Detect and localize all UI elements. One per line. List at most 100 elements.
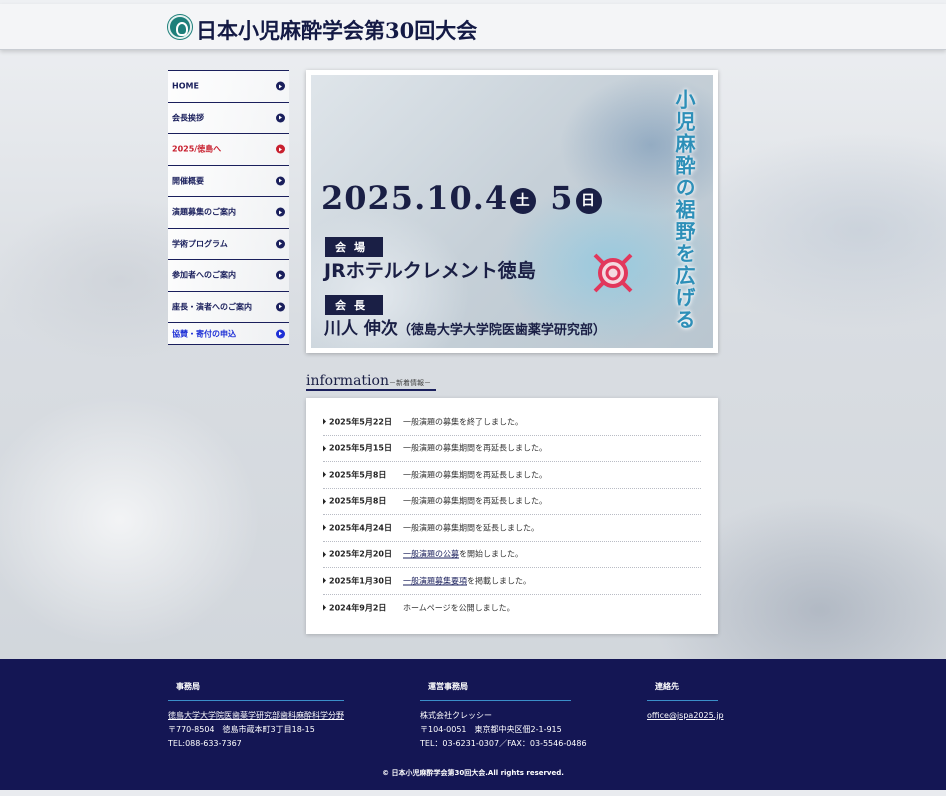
chair-affiliation: （徳島大学大学院医歯薬学研究部） xyxy=(397,323,606,338)
news-text: 一般演題の募集期間を再延長しました。 xyxy=(403,496,547,507)
site-footer: 事務局 徳島大学大学院医歯薬学研究部歯科麻酔科学分野 〒770-8504 徳島市… xyxy=(0,659,946,790)
sidebar-item-speakers[interactable]: 座長・演者へのご案内 xyxy=(168,290,289,322)
news-text: 一般演題の募集期間を再延長しました。 xyxy=(403,469,547,480)
event-date-second: 5 xyxy=(550,179,574,217)
footer-office: 事務局 徳島大学大学院医歯薬学研究部歯科麻酔科学分野 〒770-8504 徳島市… xyxy=(168,679,344,751)
sidebar-item-overview[interactable]: 開催概要 xyxy=(168,164,289,196)
footer-contact: 連絡先 office@jspa2025.jp xyxy=(647,679,724,723)
venue-tag: 会場 xyxy=(325,237,383,257)
news-body: 一般演題の募集期間を再延長しました。 xyxy=(403,443,547,453)
news-body: を開始しました。 xyxy=(459,549,523,559)
footer-contact-email-link[interactable]: office@jspa2025.jp xyxy=(647,709,724,723)
sidebar-item-program[interactable]: 学術プログラム xyxy=(168,227,289,259)
footer-operations-address: 〒104-0051 東京都中央区佃2-1-915 xyxy=(420,725,562,734)
sidebar-item-participants[interactable]: 参加者へのご案内 xyxy=(168,259,289,291)
hero-banner: 2025.10.4 土 5日 会場 JRホテルクレメント徳島 会長 川人 伸次（徳… xyxy=(306,70,718,353)
news-body: 一般演題の募集期間を再延長しました。 xyxy=(403,496,547,506)
list-item: 2025年5月15日 一般演題の募集期間を再延長しました。 xyxy=(323,436,701,462)
news-body: を掲載しました。 xyxy=(467,576,531,586)
arrow-right-icon xyxy=(276,207,285,217)
arrow-right-icon xyxy=(276,176,285,186)
sidebar-item-label: 座長・演者へのご案内 xyxy=(172,302,252,312)
list-item: 2025年1月30日 一般演題募集要項を掲載しました。 xyxy=(323,568,701,595)
target-logo-icon xyxy=(593,253,633,293)
sidebar-item-label: 協賛・寄付の申込 xyxy=(172,329,236,338)
site-header: 日本小児麻酔学会第30回大会 xyxy=(0,4,946,50)
footer-operations-heading: 運営事務局 xyxy=(420,679,571,701)
footer-operations-name: 株式会社クレッシー xyxy=(420,711,492,720)
list-item: 2025年4月24日 一般演題の募集期間を延長しました。 xyxy=(323,515,701,542)
sidebar-item-abstracts[interactable]: 演題募集のご案内 xyxy=(168,196,289,228)
sidebar-item-label: 学術プログラム xyxy=(172,239,228,249)
sidebar-item-label: 演題募集のご案内 xyxy=(172,207,236,217)
arrow-right-icon xyxy=(276,302,285,312)
news-list: 2025年5月22日 一般演題の募集を終了しました。 2025年5月15日 一般… xyxy=(306,398,718,634)
chair-person: 川人 伸次 xyxy=(324,319,398,339)
news-date: 2024年9月2日 xyxy=(323,602,386,613)
footer-office-name-link[interactable]: 徳島大学大学院医歯薬学研究部歯科麻酔科学分野 xyxy=(168,709,344,723)
sidebar-item-label: 参加者へのご案内 xyxy=(172,270,236,280)
sidebar-item-label: HOME xyxy=(172,81,199,91)
sidebar-item-tokushima[interactable]: 2025/徳島へ xyxy=(168,133,289,165)
news-body: 一般演題の募集期間を延長しました。 xyxy=(403,523,539,533)
arrow-right-icon xyxy=(276,239,285,249)
news-link[interactable]: 一般演題募集要項 xyxy=(403,576,467,585)
list-item: 2025年5月22日 一般演題の募集を終了しました。 xyxy=(323,409,701,436)
news-date: 2025年1月30日 xyxy=(323,575,392,586)
sidebar-item-label: 開催概要 xyxy=(172,176,204,186)
news-date: 2025年4月24日 xyxy=(323,522,392,533)
news-body: 一般演題の募集を終了しました。 xyxy=(403,417,523,427)
event-date: 2025.10.4 土 5日 xyxy=(321,179,604,217)
news-text: 一般演題の募集を終了しました。 xyxy=(403,416,523,427)
sidebar-item-label: 会長挨拶 xyxy=(172,113,204,123)
news-text: 一般演題の募集期間を再延長しました。 xyxy=(403,443,547,454)
venue-name: JRホテルクレメント徳島 xyxy=(324,260,536,282)
footer-contact-heading: 連絡先 xyxy=(647,679,718,701)
sidebar-item-sponsorship[interactable]: 協賛・寄付の申込 xyxy=(168,322,289,345)
arrow-right-icon xyxy=(276,329,285,338)
weekday-badge: 日 xyxy=(575,187,602,214)
information-heading: information－新着情報－ xyxy=(306,370,436,391)
news-date: 2025年2月20日 xyxy=(323,549,392,560)
news-body: 一般演題の募集期間を再延長しました。 xyxy=(403,470,547,480)
sidebar-item-greeting[interactable]: 会長挨拶 xyxy=(168,101,289,133)
arrow-right-icon xyxy=(276,270,285,280)
arrow-right-icon xyxy=(276,113,285,123)
sidebar-item-label: 2025/徳島へ xyxy=(172,144,222,154)
news-date: 2025年5月8日 xyxy=(323,496,386,507)
copyright: © 日本小児麻酔学会第30回大会.All rights reserved. xyxy=(382,769,564,777)
list-item: 2024年9月2日 ホームページを公開しました。 xyxy=(323,595,701,622)
news-date: 2025年5月8日 xyxy=(323,469,386,480)
footer-operations-tel: TEL：03-6231-0307／FAX：03-5546-0486 xyxy=(420,739,587,748)
arrow-right-icon xyxy=(276,81,285,91)
bottom-strip xyxy=(0,790,946,796)
banner-image: 2025.10.4 土 5日 会場 JRホテルクレメント徳島 会長 川人 伸次（徳… xyxy=(311,75,713,348)
sidebar-item-home[interactable]: HOME xyxy=(168,70,289,102)
catchphrase: 小児麻酔の裾野を広げる xyxy=(672,89,696,331)
event-date-main: 2025.10.4 xyxy=(321,179,509,217)
footer-office-heading: 事務局 xyxy=(168,679,344,701)
news-body: ホームページを公開しました。 xyxy=(403,603,515,613)
news-date: 2025年5月15日 xyxy=(323,443,392,454)
list-item: 2025年2月20日 一般演題の公募を開始しました。 xyxy=(323,542,701,568)
chair-tag: 会長 xyxy=(325,295,383,315)
society-logo-icon[interactable] xyxy=(168,15,192,39)
chair-name: 川人 伸次（徳島大学大学院医歯薬学研究部） xyxy=(324,314,606,339)
news-text: 一般演題の公募を開始しました。 xyxy=(403,549,523,560)
site-title[interactable]: 日本小児麻酔学会第30回大会 xyxy=(196,15,477,45)
information-title: information xyxy=(306,373,389,389)
news-text: ホームページを公開しました。 xyxy=(403,602,515,613)
list-item: 2025年5月8日 一般演題の募集期間を再延長しました。 xyxy=(323,462,701,489)
arrow-right-icon xyxy=(276,144,285,154)
news-text: 一般演題の募集期間を延長しました。 xyxy=(403,522,539,533)
footer-office-tel: TEL:088-633-7367 xyxy=(168,739,242,748)
weekday-badge: 土 xyxy=(510,187,537,214)
news-date: 2025年5月22日 xyxy=(323,416,392,427)
information-subtitle: －新着情報－ xyxy=(388,379,431,387)
list-item: 2025年5月8日 一般演題の募集期間を再延長しました。 xyxy=(323,489,701,515)
sidebar-nav: HOME 会長挨拶 2025/徳島へ 開催概要 演題募集のご案内 学術プログラム… xyxy=(168,70,289,345)
footer-operations: 運営事務局 株式会社クレッシー 〒104-0051 東京都中央区佃2-1-915… xyxy=(420,679,587,751)
news-link[interactable]: 一般演題の公募 xyxy=(403,550,459,559)
news-text: 一般演題募集要項を掲載しました。 xyxy=(403,575,531,586)
footer-office-address: 〒770-8504 徳島市蔵本町3丁目18-15 xyxy=(168,725,315,734)
